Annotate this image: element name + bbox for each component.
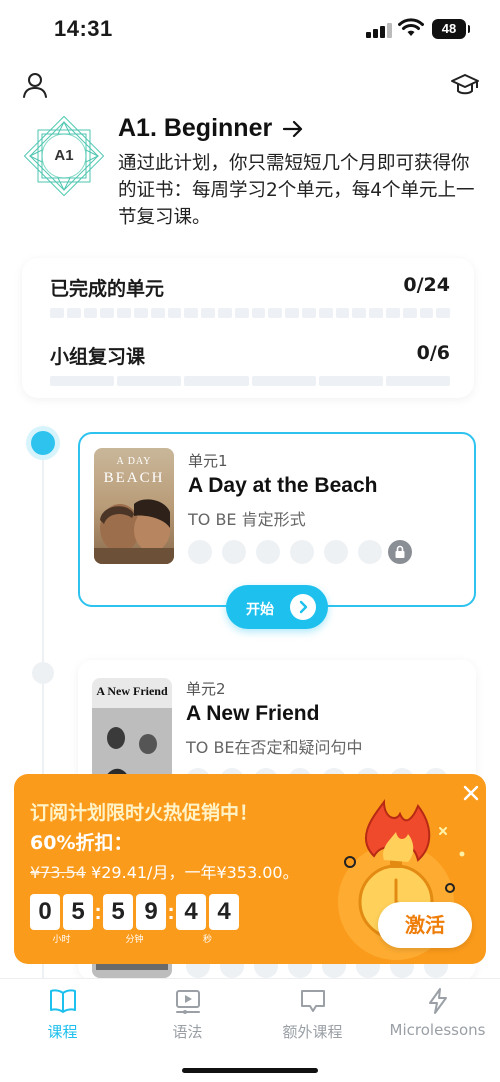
tab-courses-label: 课程 [47, 1023, 78, 1041]
lesson-dot [188, 540, 212, 564]
unit-1-cover-line2: BEACH [103, 470, 165, 486]
countdown-seconds: 4 4 秒 [176, 894, 239, 945]
countdown-timer: 0 5 小时 : 5 9 分钟 : 4 4 秒 [30, 894, 239, 945]
level-title[interactable]: A1. Beginner [118, 114, 304, 143]
tab-extra-lessons-label: 额外课程 [282, 1023, 343, 1041]
countdown-digit: 4 [176, 894, 206, 930]
countdown-digit: 0 [30, 894, 60, 930]
tab-courses[interactable]: 课程 [0, 987, 125, 1042]
promo-new-price: ¥29.41/月，一年¥353.00。 [85, 863, 299, 882]
progress-card: 已完成的单元 0/24 小组复习课 0/6 [22, 258, 474, 398]
lesson-dot [222, 540, 246, 564]
status-time: 14:31 [54, 16, 113, 41]
countdown-hours: 0 5 小时 [30, 894, 93, 945]
status-bar: 14:31 48 [0, 0, 500, 58]
graduation-cap-icon[interactable] [450, 70, 480, 100]
promo-old-price: ¥73.54 [30, 863, 86, 882]
review-lessons-row: 小组复习课 0/6 [50, 342, 450, 369]
completed-units-value: 0/24 [403, 274, 450, 296]
countdown-digit: 5 [63, 894, 93, 930]
arrow-right-icon [283, 120, 303, 137]
lesson-dot [290, 540, 314, 564]
book-icon [49, 989, 76, 1013]
promo-discount: 60%折扣： [30, 832, 133, 854]
chevron-right-icon [290, 594, 316, 620]
unit-2-title: A New Friend [186, 702, 320, 725]
tab-microlessons[interactable]: Microlessons [375, 987, 500, 1039]
unit-1-title: A Day at the Beach [188, 474, 378, 497]
tab-grammar-label: 语法 [172, 1023, 203, 1041]
activate-button[interactable]: 激活 [378, 902, 472, 948]
profile-icon[interactable] [20, 70, 50, 100]
bottom-tab-bar: 课程 语法 额外课程 Microlessons [0, 978, 500, 1082]
lightning-icon [428, 988, 447, 1014]
unit-1-cover-line1: A DAY [116, 456, 152, 467]
promo-banner[interactable]: 订阅计划限时火热促销中！ 60%折扣： ¥73.54 ¥29.41/月，一年¥3… [14, 774, 486, 964]
unit-2-number: 单元2 [186, 680, 226, 698]
level-title-text: A1. Beginner [118, 114, 273, 142]
completed-units-progress-bar [50, 308, 451, 318]
unit-card-1[interactable]: A DAY BEACH 单元1 A Day at the Beach TO BE… [78, 432, 476, 607]
wifi-icon [398, 18, 424, 36]
lesson-dot [358, 540, 382, 564]
battery-indicator: 48 [432, 19, 470, 39]
countdown-digit: 5 [103, 894, 133, 930]
lock-icon [388, 540, 412, 564]
unit-1-subtitle: TO BE 肯定形式 [188, 510, 306, 529]
home-indicator [182, 1068, 318, 1073]
countdown-hours-label: 小时 [52, 935, 71, 945]
timeline-current-marker [26, 426, 60, 460]
start-unit-label: 开始 [246, 602, 274, 618]
promo-title: 订阅计划限时火热促销中！ [30, 802, 259, 824]
video-lesson-icon [175, 990, 200, 1014]
start-unit-button[interactable]: 开始 [226, 585, 328, 629]
countdown-minutes-label: 分钟 [125, 935, 144, 945]
tab-microlessons-label: Microlessons [389, 1021, 486, 1039]
unit-1-lesson-progress [188, 540, 382, 564]
countdown-digit: 4 [209, 894, 239, 930]
unit-2-cover-title: A New Friend [96, 684, 168, 698]
countdown-seconds-label: 秒 [202, 935, 212, 945]
lesson-dot [324, 540, 348, 564]
tab-grammar[interactable]: 语法 [125, 987, 250, 1042]
completed-units-label: 已完成的单元 [50, 278, 165, 300]
review-lessons-label: 小组复习课 [50, 346, 146, 368]
tab-extra-lessons[interactable]: 额外课程 [250, 987, 375, 1042]
unit-2-subtitle: TO BE在否定和疑问句中 [186, 738, 363, 757]
countdown-separator: : [167, 899, 175, 924]
timeline-marker [32, 662, 54, 684]
unit-1-cover-image: A DAY BEACH [94, 448, 174, 564]
unit-1-number: 单元1 [188, 452, 228, 470]
completed-units-row: 已完成的单元 0/24 [50, 274, 450, 301]
review-lessons-progress-bar [50, 376, 451, 386]
chat-bubble-icon [300, 990, 325, 1012]
close-icon[interactable] [460, 782, 482, 804]
level-badge: A1 [23, 115, 105, 197]
countdown-minutes: 5 9 分钟 [103, 894, 166, 945]
level-badge-label: A1 [54, 147, 74, 164]
lesson-dot [256, 540, 280, 564]
cellular-signal-icon [366, 22, 392, 38]
review-lessons-value: 0/6 [416, 342, 450, 364]
level-description: 通过此计划，你只需短短几个月即可获得你的证书：每周学习2个单元，每4个单元上一节… [118, 153, 475, 228]
countdown-separator: : [94, 899, 102, 924]
promo-price: ¥73.54 ¥29.41/月，一年¥353.00。 [30, 859, 299, 883]
countdown-digit: 9 [136, 894, 166, 930]
